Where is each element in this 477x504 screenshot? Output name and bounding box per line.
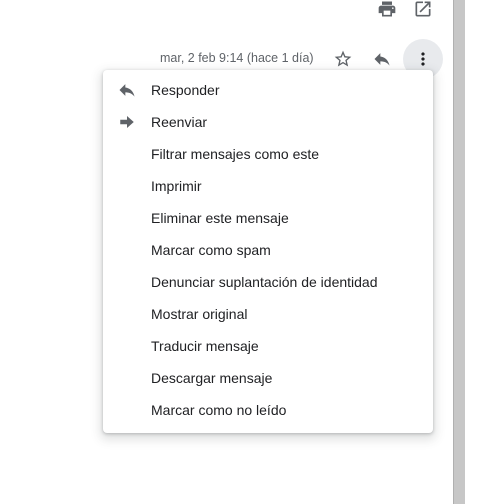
menu-item-report-phishing[interactable]: Denunciar suplantación de identidad	[103, 266, 433, 298]
menu-item-label: Responder	[151, 82, 220, 98]
menu-item-label: Imprimir	[151, 178, 202, 194]
menu-item-filter-similar[interactable]: Filtrar mensajes como este	[103, 138, 433, 170]
menu-item-label: Marcar como spam	[151, 242, 271, 258]
open-in-new-icon	[413, 0, 433, 19]
menu-item-label: Eliminar este mensaje	[151, 210, 289, 226]
star-button[interactable]	[331, 47, 355, 71]
menu-item-label: Denunciar suplantación de identidad	[151, 274, 378, 290]
reply-icon	[103, 74, 151, 106]
menu-item-forward[interactable]: Reenviar	[103, 106, 433, 138]
reply-button[interactable]	[370, 47, 394, 71]
menu-item-delete[interactable]: Eliminar este mensaje	[103, 202, 433, 234]
menu-item-show-original[interactable]: Mostrar original	[103, 298, 433, 330]
menu-item-print[interactable]: Imprimir	[103, 170, 433, 202]
menu-item-label: Marcar como no leído	[151, 402, 287, 418]
menu-item-mark-unread[interactable]: Marcar como no leído	[103, 394, 433, 426]
open-in-new-window-button[interactable]	[411, 0, 435, 18]
menu-item-download[interactable]: Descargar mensaje	[103, 362, 433, 394]
print-icon	[377, 0, 397, 19]
menu-item-reply[interactable]: Responder	[103, 74, 433, 106]
message-options-menu: Responder Reenviar Filtrar mensajes como…	[103, 70, 433, 433]
menu-item-label: Descargar mensaje	[151, 370, 273, 386]
menu-item-label: Reenviar	[151, 114, 208, 130]
forward-icon	[103, 106, 151, 138]
star-outline-icon	[333, 49, 353, 69]
menu-item-label: Mostrar original	[151, 306, 248, 322]
menu-item-translate[interactable]: Traducir mensaje	[103, 330, 433, 362]
print-all-button[interactable]	[375, 0, 399, 18]
scrollbar[interactable]	[453, 0, 465, 504]
email-view: mar, 2 feb 9:14 (hace 1 día) Responder R…	[0, 0, 477, 504]
reply-icon	[372, 49, 392, 69]
menu-item-label: Traducir mensaje	[151, 338, 259, 354]
message-timestamp: mar, 2 feb 9:14 (hace 1 día)	[160, 51, 314, 65]
menu-item-label: Filtrar mensajes como este	[151, 146, 320, 162]
menu-item-report-spam[interactable]: Marcar como spam	[103, 234, 433, 266]
more-vert-icon	[413, 49, 433, 69]
